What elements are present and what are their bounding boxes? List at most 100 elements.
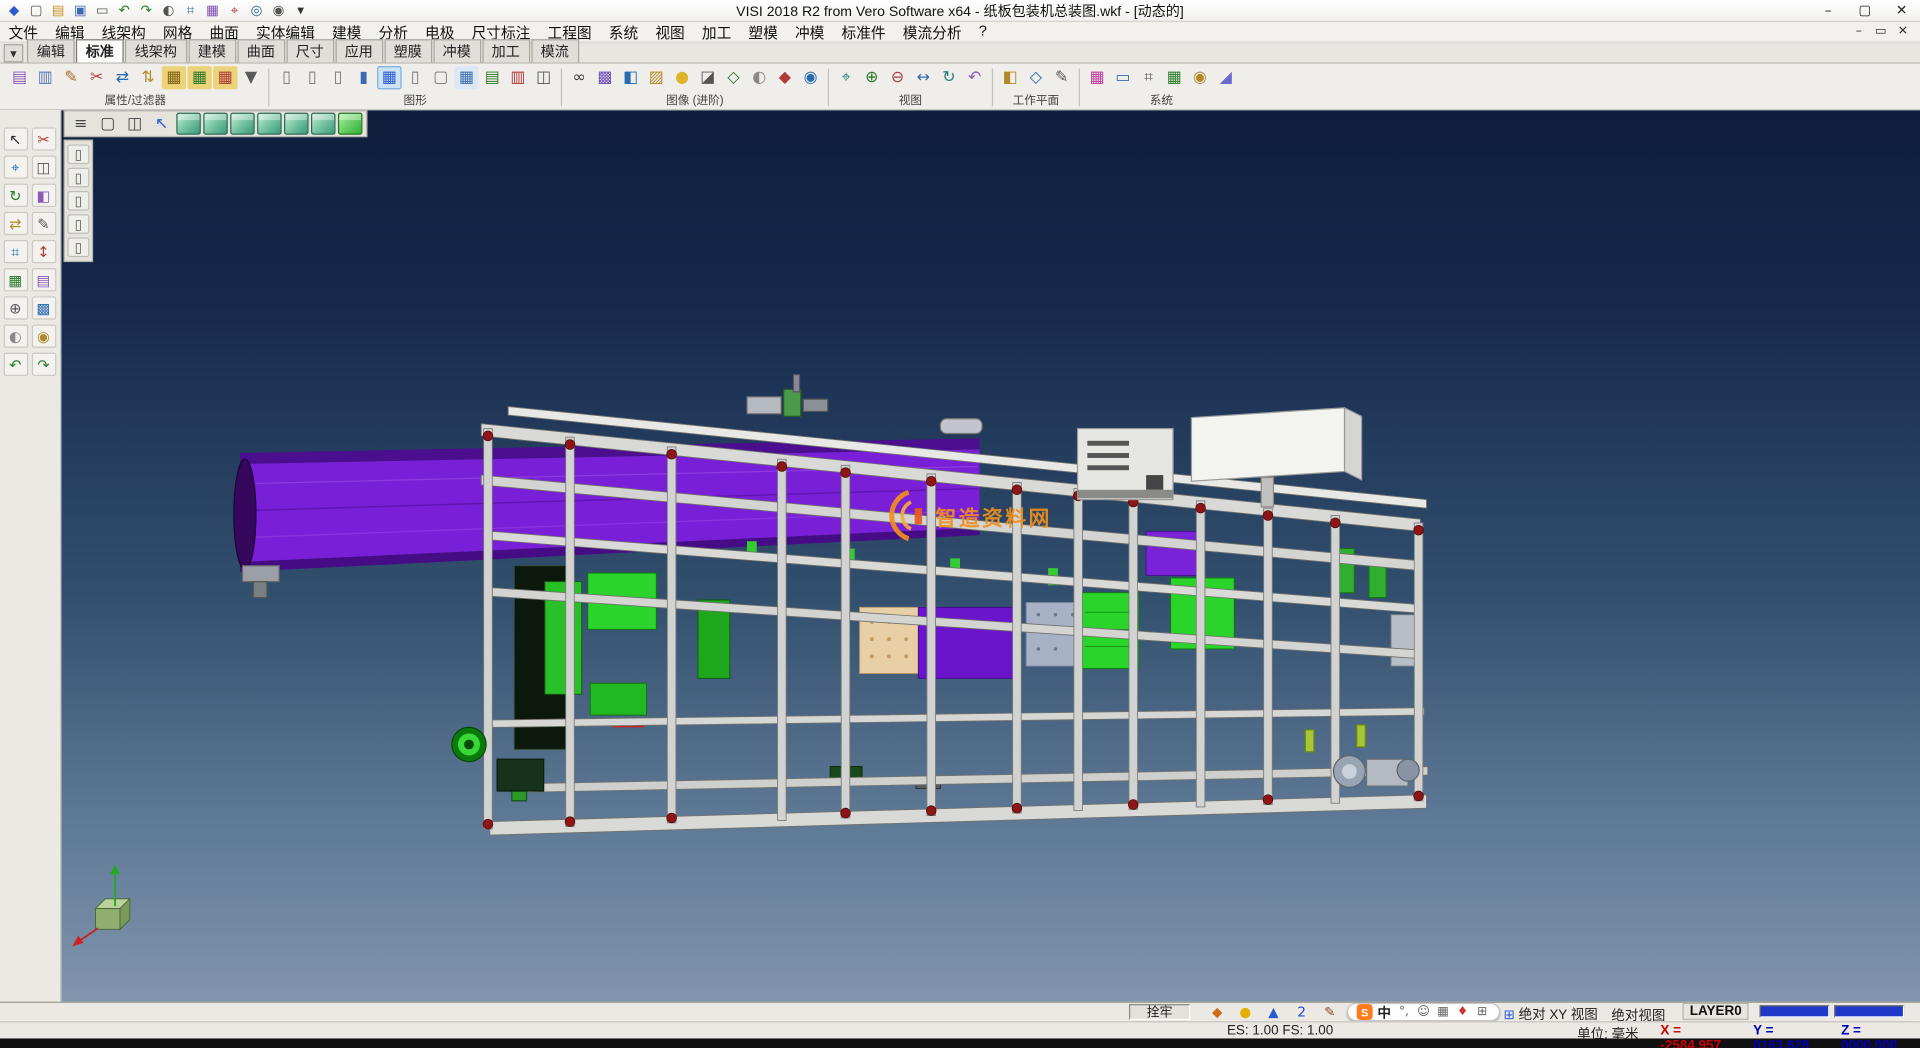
zoom-fit-icon[interactable]: ⌖ xyxy=(834,66,858,89)
mirror-icon[interactable]: ◧ xyxy=(31,184,55,207)
menu-item-系统[interactable]: 系统 xyxy=(600,21,647,42)
properties-icon[interactable]: ▤ xyxy=(31,268,55,291)
visibility-icon[interactable]: ◉ xyxy=(798,66,822,89)
dynamic-view-cube-icon[interactable] xyxy=(311,113,335,135)
move-icon[interactable]: ⌖ xyxy=(3,156,27,179)
menu-item-冲模[interactable]: 冲模 xyxy=(786,21,833,42)
workplane-icon[interactable]: ◧ xyxy=(998,66,1022,89)
layers-icon[interactable]: ▦ xyxy=(202,1,223,19)
offset-icon[interactable]: ⇄ xyxy=(3,212,27,235)
dual-window-icon[interactable]: ◫ xyxy=(531,66,555,89)
tab-冲模[interactable]: 冲模 xyxy=(433,39,481,62)
new-file-icon[interactable]: ▢ xyxy=(26,1,47,19)
tab-曲面[interactable]: 曲面 xyxy=(237,39,285,62)
info-page-icon[interactable]: ▥ xyxy=(33,66,57,89)
isolate-icon[interactable]: ◉ xyxy=(31,324,55,347)
tab-塑膜[interactable]: 塑膜 xyxy=(384,39,432,62)
material-icon[interactable]: ◆ xyxy=(773,66,797,89)
redo-icon[interactable]: ↷ xyxy=(31,353,55,376)
snapshot-icon[interactable]: ◉ xyxy=(1188,66,1212,89)
tab-模流[interactable]: 模流 xyxy=(531,39,579,62)
ime-mode-indicator[interactable]: 中 xyxy=(1378,1002,1391,1022)
iso-view-cube-icon[interactable] xyxy=(176,113,200,135)
tab-线架构[interactable]: 线架构 xyxy=(125,39,187,62)
target-icon[interactable]: ◎ xyxy=(246,1,267,19)
view-list-icon[interactable]: ≡ xyxy=(69,113,93,135)
viewport-3d[interactable]: 智造资料网 xyxy=(61,110,1920,1001)
close-button[interactable]: ✕ xyxy=(1883,1,1920,21)
brush-icon[interactable]: ✎ xyxy=(1319,1003,1341,1021)
pan-icon[interactable]: ↔ xyxy=(911,66,935,89)
ramp-icon[interactable]: ◢ xyxy=(1213,66,1237,89)
wireframe-icon[interactable]: ◇ xyxy=(721,66,745,89)
shaded-view-cube-icon[interactable] xyxy=(338,113,362,135)
pen-icon[interactable]: ✎ xyxy=(59,66,83,89)
grid-settings-icon[interactable]: ⌗ xyxy=(1136,66,1160,89)
database-icon[interactable]: ▦ xyxy=(162,66,186,89)
scissors-icon[interactable]: ✂ xyxy=(84,66,108,89)
doc-page-icon[interactable]: ▯ xyxy=(67,191,89,211)
cylinder-icon[interactable]: ▯ xyxy=(300,66,324,89)
texture-icon[interactable]: ▨ xyxy=(644,66,668,89)
blue-grid-icon[interactable]: ▦ xyxy=(454,66,478,89)
doc-page-icon[interactable]: ▯ xyxy=(67,144,89,164)
workplane-edit-icon[interactable]: ✎ xyxy=(1049,66,1073,89)
zoom-out-icon[interactable]: ⊖ xyxy=(885,66,909,89)
doc-page-icon[interactable]: ▯ xyxy=(67,238,89,258)
more-dropdown-icon[interactable]: ▾ xyxy=(290,1,311,19)
capture-icon[interactable]: ◉ xyxy=(268,1,289,19)
menu-item-塑模[interactable]: 塑模 xyxy=(740,21,787,42)
properties-page-icon[interactable]: ▤ xyxy=(7,66,31,89)
mic-icon[interactable]: ♦ xyxy=(1455,1004,1471,1020)
plane-icon[interactable]: ▲ xyxy=(1262,1003,1284,1021)
grid-icon[interactable]: ⌗ xyxy=(180,1,201,19)
open-folder-icon[interactable]: ▤ xyxy=(48,1,69,19)
cylinder-icon[interactable]: ▯ xyxy=(326,66,350,89)
swap-arrows-icon[interactable]: ⇄ xyxy=(110,66,134,89)
measure-icon[interactable]: ⌖ xyxy=(224,1,245,19)
bulb-icon[interactable]: ● xyxy=(1234,1003,1256,1021)
model-canvas[interactable]: 智造资料网 xyxy=(61,110,1920,1001)
glasses-icon[interactable]: ∞ xyxy=(567,66,591,89)
lock-field[interactable]: 拴牢 xyxy=(1129,1004,1190,1020)
doc-minimize-icon[interactable]: – xyxy=(1848,23,1870,40)
print-icon[interactable]: ▭ xyxy=(92,1,113,19)
undo-icon[interactable]: ↶ xyxy=(3,353,27,376)
back-view-cube-icon[interactable] xyxy=(284,113,308,135)
section-icon[interactable]: ◪ xyxy=(696,66,720,89)
select-arrow-icon[interactable]: ↖ xyxy=(149,113,173,135)
tab-建模[interactable]: 建模 xyxy=(188,39,236,62)
database-add-icon[interactable]: ▦ xyxy=(187,66,211,89)
green-sheet-icon[interactable]: ▤ xyxy=(480,66,504,89)
system-grid-icon[interactable]: ▦ xyxy=(1162,66,1186,89)
copy-icon[interactable]: ◫ xyxy=(31,156,55,179)
color-palette-icon[interactable]: ▦ xyxy=(1085,66,1109,89)
select-arrow-icon[interactable]: ↖ xyxy=(3,127,27,150)
undo-icon[interactable]: ↶ xyxy=(114,1,135,19)
maximize-button[interactable]: ▢ xyxy=(1847,1,1884,21)
redo-icon[interactable]: ↷ xyxy=(136,1,157,19)
monitor-icon[interactable]: ▭ xyxy=(1111,66,1135,89)
database-remove-icon[interactable]: ▦ xyxy=(213,66,237,89)
highlight-grid-icon[interactable]: ▦ xyxy=(377,66,401,89)
trim-icon[interactable]: ✎ xyxy=(31,212,55,235)
scissors-icon[interactable]: ✂ xyxy=(31,127,55,150)
menu-item-?[interactable]: ? xyxy=(970,21,995,42)
workplane-iso-icon[interactable]: ◇ xyxy=(1024,66,1048,89)
menu-item-加工[interactable]: 加工 xyxy=(693,21,740,42)
doc-close-icon[interactable]: ✕ xyxy=(1892,23,1914,40)
tab-标准[interactable]: 标准 xyxy=(76,39,124,62)
rotate-icon[interactable]: ↻ xyxy=(3,184,27,207)
cylinder-icon[interactable]: ▯ xyxy=(403,66,427,89)
single-view-icon[interactable]: ▢ xyxy=(96,113,120,135)
front-view-cube-icon[interactable] xyxy=(203,113,227,135)
measure-icon[interactable]: ⌗ xyxy=(3,240,27,263)
filter-funnel-icon[interactable]: ▼ xyxy=(239,66,263,89)
cylinder-icon[interactable]: ▯ xyxy=(274,66,298,89)
transparency-icon[interactable]: ◐ xyxy=(747,66,771,89)
render-icon[interactable]: ▩ xyxy=(593,66,617,89)
app-logo-icon[interactable]: ◆ xyxy=(4,1,25,19)
menu-item-模流分析[interactable]: 模流分析 xyxy=(894,21,970,42)
snap-icon[interactable]: ⊕ xyxy=(3,296,27,319)
doc-restore-icon[interactable]: ▭ xyxy=(1870,23,1892,40)
